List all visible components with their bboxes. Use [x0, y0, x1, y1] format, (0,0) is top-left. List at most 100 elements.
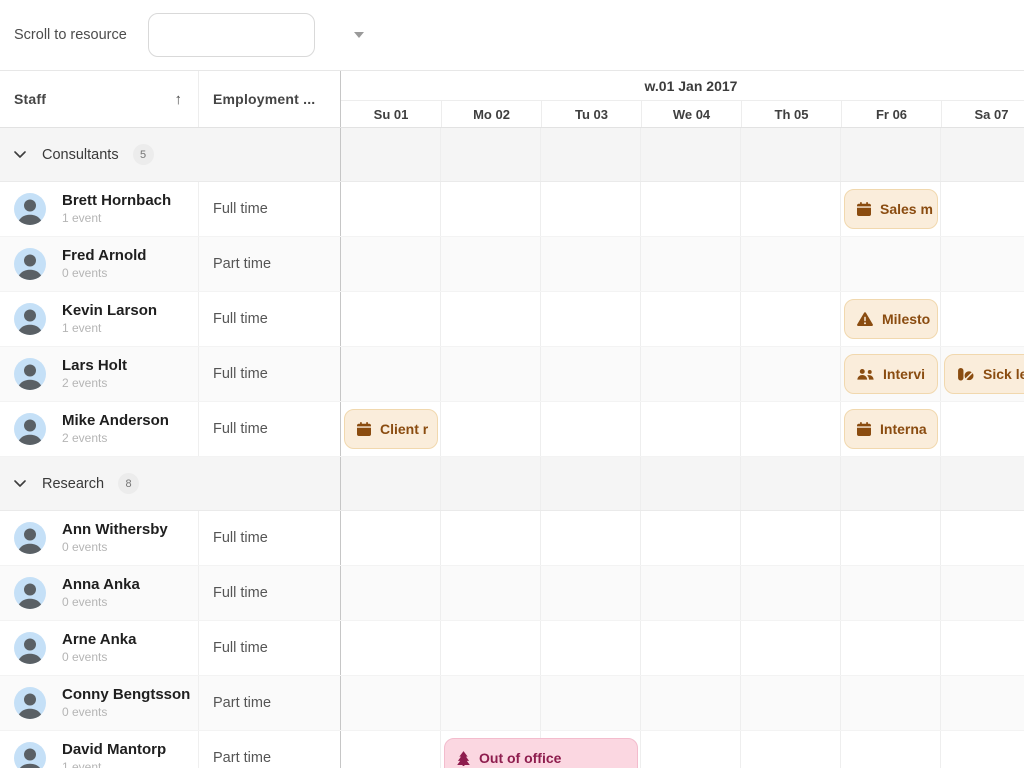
staff-cell: Ann Withersby 0 events	[0, 511, 199, 565]
group-name: Research	[42, 476, 104, 492]
users-icon	[857, 368, 874, 381]
resource-texts: Anna Anka 0 events	[62, 576, 140, 609]
timeline-lane[interactable]: Out of office	[340, 731, 1024, 768]
event-bar[interactable]: Client r	[344, 409, 438, 449]
resource-row[interactable]: Mike Anderson2 eventsFull time Client r In…	[0, 402, 1024, 457]
calendar-icon	[857, 202, 871, 216]
resource-row[interactable]: Arne Anka0 eventsFull time	[0, 621, 1024, 676]
resource-name: Fred Arnold	[62, 247, 146, 264]
resource-row[interactable]: Lars Holt2 events Full time Intervi Sick le	[0, 347, 1024, 402]
group-name: Consultants	[42, 147, 119, 163]
resource-name: Anna Anka	[62, 576, 140, 593]
event-bar[interactable]: Out of office	[444, 738, 638, 768]
event-bar[interactable]: Sales m	[844, 189, 938, 229]
employment-type: Part time	[199, 237, 340, 291]
resource-texts: Lars Holt2 events	[62, 357, 127, 390]
week-header-label: w.01 Jan 2017	[645, 78, 738, 94]
timeline-lane[interactable]	[340, 237, 1024, 291]
resource-texts: Arne Anka0 events	[62, 631, 136, 664]
resource-name: Lars Holt	[62, 357, 127, 374]
event-bar[interactable]: Interna	[844, 409, 938, 449]
grid-header: Staff ↑ Employment ... w.01 Jan 2017 Su …	[0, 71, 1024, 128]
staff-cell: Lars Holt2 events	[0, 347, 199, 401]
event-label: Client r	[380, 421, 428, 437]
group-header[interactable]: Consultants5	[0, 128, 340, 181]
resource-event-count: 0 events	[62, 706, 190, 720]
event-label: Sales m	[880, 201, 933, 217]
resource-name: Ann Withersby	[62, 521, 168, 538]
timeline-lane[interactable]: Milesto	[340, 292, 1024, 346]
resource-name: Conny Bengtsson	[62, 686, 190, 703]
avatar	[14, 577, 46, 609]
avatar	[14, 522, 46, 554]
event-label: Interna	[880, 421, 927, 437]
event-label: Intervi	[883, 366, 925, 382]
resource-event-count: 2 events	[62, 432, 169, 446]
group-lane	[340, 128, 1024, 181]
employment-type: Full time	[199, 402, 340, 456]
timeline-lane[interactable]	[340, 676, 1024, 730]
employment-type: Full time	[199, 347, 340, 401]
staff-cell: Kevin Larson1 event	[0, 292, 199, 346]
day-header-cell: Fr 06	[841, 101, 941, 127]
staff-column-label: Staff	[14, 91, 46, 107]
resource-event-count: 0 events	[62, 596, 140, 610]
timeline-lane[interactable]: Intervi Sick le	[340, 347, 1024, 401]
pills-icon	[957, 368, 974, 381]
group-row[interactable]: Research 8	[0, 457, 1024, 511]
staff-cell: Mike Anderson2 events	[0, 402, 199, 456]
resource-name: Arne Anka	[62, 631, 136, 648]
locked-columns-header: Staff ↑ Employment ...	[0, 71, 340, 127]
resource-row[interactable]: Ann Withersby0 eventsFull time	[0, 511, 1024, 566]
chevron-down-icon[interactable]	[14, 480, 26, 487]
resource-row[interactable]: Brett Hornbach1 event Full time Sales m	[0, 182, 1024, 237]
day-header-cell: Su 01	[341, 101, 441, 127]
staff-cell: David Mantorp1 event	[0, 731, 199, 768]
timeline-header: w.01 Jan 2017 Su 01Mo 02Tu 03We 04Th 05F…	[340, 71, 1024, 127]
avatar	[14, 303, 46, 335]
event-label: Milesto	[882, 311, 930, 327]
resource-texts: Brett Hornbach1 event	[62, 192, 171, 225]
resource-combo[interactable]	[148, 13, 315, 57]
group-header[interactable]: Research 8	[0, 457, 340, 510]
chevron-down-icon[interactable]	[354, 32, 364, 38]
scheduler-grid: Staff ↑ Employment ... w.01 Jan 2017 Su …	[0, 70, 1024, 768]
timeline-lane[interactable]	[340, 566, 1024, 620]
resource-row[interactable]: Kevin Larson1 eventFull timeMilesto	[0, 292, 1024, 347]
event-bar[interactable]: Intervi	[844, 354, 938, 394]
resource-combo-input[interactable]	[149, 14, 354, 56]
event-bar[interactable]: Sick le	[944, 354, 1024, 394]
group-row[interactable]: Consultants5	[0, 128, 1024, 182]
resource-row[interactable]: Conny Bengtsson0 eventsPart time	[0, 676, 1024, 731]
toolbar: Scroll to resource	[0, 0, 1024, 70]
resource-event-count: 0 events	[62, 541, 168, 555]
resource-event-count: 1 event	[62, 322, 157, 336]
resource-texts: Conny Bengtsson 0 events	[62, 686, 190, 719]
staff-cell: Anna Anka 0 events	[0, 566, 199, 620]
event-bar[interactable]: Milesto	[844, 299, 938, 339]
calendar-icon	[857, 422, 871, 436]
timeline-lane[interactable]	[340, 621, 1024, 675]
group-count-badge: 8	[118, 473, 139, 494]
resource-row[interactable]: Fred Arnold 0 events Part time	[0, 237, 1024, 292]
timeline-lane[interactable]: Sales m	[340, 182, 1024, 236]
calendar-icon	[357, 422, 371, 436]
employment-column-header[interactable]: Employment ...	[199, 71, 340, 127]
staff-column-header[interactable]: Staff ↑	[0, 71, 199, 127]
staff-cell: Brett Hornbach1 event	[0, 182, 199, 236]
chevron-down-icon[interactable]	[14, 151, 26, 158]
resource-event-count: 0 events	[62, 267, 146, 281]
avatar	[14, 687, 46, 719]
timeline-lane[interactable]	[340, 511, 1024, 565]
day-header-cell: We 04	[641, 101, 741, 127]
avatar	[14, 742, 46, 768]
employment-type: Full time	[199, 182, 340, 236]
avatar	[14, 193, 46, 225]
staff-cell: Conny Bengtsson 0 events	[0, 676, 199, 730]
resource-event-count: 1 event	[62, 212, 171, 226]
avatar	[14, 413, 46, 445]
timeline-lane[interactable]: Client r Interna	[340, 402, 1024, 456]
resource-row[interactable]: Anna Anka0 eventsFull time	[0, 566, 1024, 621]
resource-event-count: 1 event	[62, 761, 166, 768]
resource-row[interactable]: David Mantorp1 eventPart timeOut of offi…	[0, 731, 1024, 768]
